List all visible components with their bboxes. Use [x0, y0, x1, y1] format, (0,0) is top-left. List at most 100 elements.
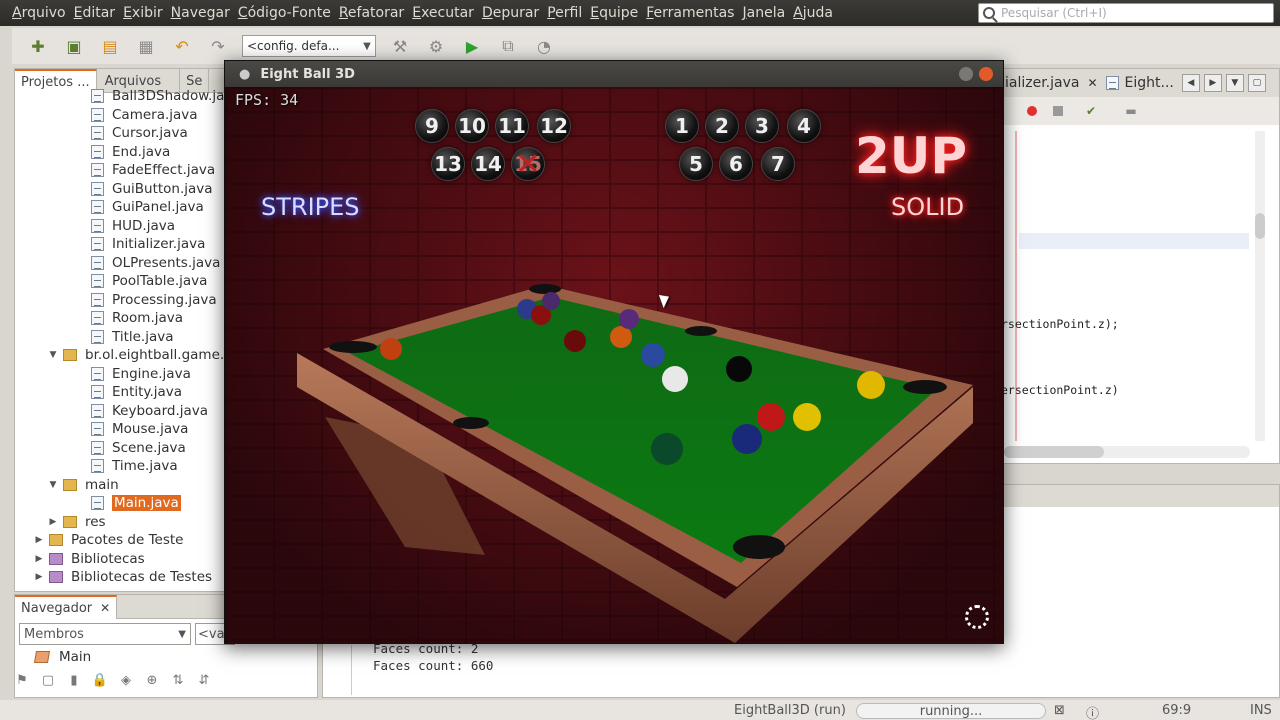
scrollbar-thumb[interactable]: [1004, 446, 1104, 458]
collapsed-icon[interactable]: ▶: [33, 572, 45, 582]
stop-icon[interactable]: [1053, 106, 1063, 116]
close-icon[interactable]: ✕: [1087, 76, 1097, 90]
java-file-icon: [91, 218, 104, 233]
navigator-item-main[interactable]: Main: [15, 649, 317, 665]
bar-icon[interactable]: ▮: [66, 672, 82, 688]
chevron-down-icon[interactable]: ▼: [1225, 74, 1244, 92]
new-file-icon[interactable]: ✚: [26, 35, 50, 57]
table-ball: [610, 326, 632, 348]
sort-source-icon[interactable]: ⇵: [196, 672, 212, 688]
editor-scrollbar[interactable]: [1255, 131, 1265, 441]
pocket: [903, 380, 947, 394]
square-icon[interactable]: ▢: [40, 672, 56, 688]
build-icon[interactable]: ⚒: [388, 35, 412, 57]
tab-projetos[interactable]: Projetos ...: [15, 69, 97, 93]
solid-ball: 7: [761, 147, 795, 181]
game-window[interactable]: ● Eight Ball 3D FPS: 34 9 10 11 12 13 14…: [224, 60, 1004, 644]
menu-executar[interactable]: Executar: [408, 5, 478, 21]
table-ball: [857, 371, 885, 399]
lock-icon[interactable]: 🔒: [92, 672, 108, 688]
inherited-icon[interactable]: ⊕: [144, 672, 160, 688]
menu-ferramentas[interactable]: Ferramentas: [642, 5, 738, 21]
save-all-icon[interactable]: ▦: [134, 35, 158, 57]
cue-ball: [662, 366, 688, 392]
menu-ajuda[interactable]: Ajuda: [789, 5, 837, 21]
redo-icon[interactable]: ↷: [206, 35, 230, 57]
java-file-icon: [91, 459, 104, 474]
sort-icon[interactable]: ⚑: [14, 672, 30, 688]
collapsed-icon[interactable]: ▶: [47, 517, 59, 527]
table-ball: [726, 356, 752, 382]
current-player: 2UP: [855, 127, 968, 185]
check-icon[interactable]: ✔: [1079, 100, 1103, 122]
open-project-icon[interactable]: ▤: [98, 35, 122, 57]
profile-icon[interactable]: ◔: [532, 35, 556, 57]
clean-build-icon[interactable]: ⚙: [424, 35, 448, 57]
tab-navegador[interactable]: Navegador ✕: [15, 595, 118, 619]
game-titlebar[interactable]: ● Eight Ball 3D: [225, 61, 1003, 87]
run-icon[interactable]: ▶: [460, 35, 484, 57]
expanded-icon[interactable]: ▼: [47, 350, 59, 360]
stripe-ball: 10: [455, 109, 489, 143]
menu-editar[interactable]: Editar: [70, 5, 119, 21]
collapsed-icon[interactable]: ▶: [33, 535, 45, 545]
minimize-icon[interactable]: [959, 67, 973, 81]
navigator-toolbar: ⚑ ▢ ▮ 🔒 ◈ ⊕ ⇅ ⇵: [14, 672, 212, 688]
members-select[interactable]: Membros ▼: [19, 623, 191, 645]
java-file-icon: [91, 255, 104, 270]
collapsed-icon[interactable]: ▶: [33, 554, 45, 564]
class-icon: [33, 651, 51, 663]
java-file-icon: [91, 200, 104, 215]
running-app: EightBall3D (run): [734, 703, 846, 718]
maximize-icon[interactable]: ▢: [1247, 74, 1266, 92]
scroll-right-icon[interactable]: ▶: [1203, 74, 1222, 92]
java-file-icon: [91, 366, 104, 381]
tree-item-label: Entity.java: [112, 384, 183, 401]
menu-equipe[interactable]: Equipe: [586, 5, 642, 21]
package-icon: [63, 515, 77, 528]
game-viewport[interactable]: FPS: 34 9 10 11 12 13 14 15 1 2 3 4 5 6 …: [225, 87, 1003, 643]
tab-initializer[interactable]: ializer.java ✕: [1001, 75, 1102, 91]
undo-icon[interactable]: ↶: [170, 35, 194, 57]
tree-item-label: Main.java: [112, 495, 181, 512]
record-icon[interactable]: [1027, 106, 1037, 116]
new-project-icon[interactable]: ▣: [62, 35, 86, 57]
solid-ball: 2: [705, 109, 739, 143]
members-value: Membros: [24, 626, 84, 642]
cancel-icon[interactable]: ⊠: [1054, 703, 1065, 718]
menu-refatorar[interactable]: Refatorar: [335, 5, 408, 21]
tree-item-label: GuiPanel.java: [112, 199, 204, 216]
pocket: [733, 535, 785, 559]
menu-depurar[interactable]: Depurar: [478, 5, 543, 21]
close-icon[interactable]: ✕: [100, 601, 110, 615]
menu-codigo-fonte[interactable]: Código-Fonte: [234, 5, 335, 21]
notification-icon[interactable]: ⓘ: [1086, 703, 1099, 720]
solid-label: SOLID: [891, 193, 965, 221]
close-icon[interactable]: [979, 67, 993, 81]
scroll-left-icon[interactable]: ◀: [1181, 74, 1200, 92]
scrollbar-thumb[interactable]: [1255, 213, 1265, 239]
filter-icon[interactable]: ◈: [118, 672, 134, 688]
loading-spinner-icon: [965, 605, 989, 629]
menu-perfil[interactable]: Perfil: [543, 5, 586, 21]
java-file-icon: [91, 107, 104, 122]
menu-janela[interactable]: Janela: [738, 5, 789, 21]
sort-name-icon[interactable]: ⇅: [170, 672, 186, 688]
debug-icon[interactable]: ⧉: [496, 35, 520, 57]
comment-icon[interactable]: ▬: [1119, 100, 1143, 122]
editor-horizontal-scrollbar[interactable]: [1004, 446, 1250, 458]
tree-item-label: Pacotes de Teste: [71, 532, 184, 549]
expanded-icon[interactable]: ▼: [47, 480, 59, 490]
configuration-select[interactable]: <config. defa... ▼: [242, 35, 376, 57]
tree-item-label: res: [85, 513, 106, 530]
current-line-highlight: [1019, 233, 1249, 249]
pocket: [453, 417, 489, 429]
table-ball: [757, 403, 785, 431]
editor-tabs: ializer.java ✕ Eight... ◀ ▶ ▼ ▢: [1001, 69, 1279, 97]
menu-navegar[interactable]: Navegar: [167, 5, 234, 21]
code-line: rsectionPoint.z);: [1001, 317, 1119, 331]
menu-arquivo[interactable]: Arquivo: [8, 5, 70, 21]
tab-eightball[interactable]: Eight...: [1102, 75, 1178, 91]
search-input[interactable]: Pesquisar (Ctrl+I): [978, 3, 1274, 23]
menu-exibir[interactable]: Exibir: [119, 5, 167, 21]
